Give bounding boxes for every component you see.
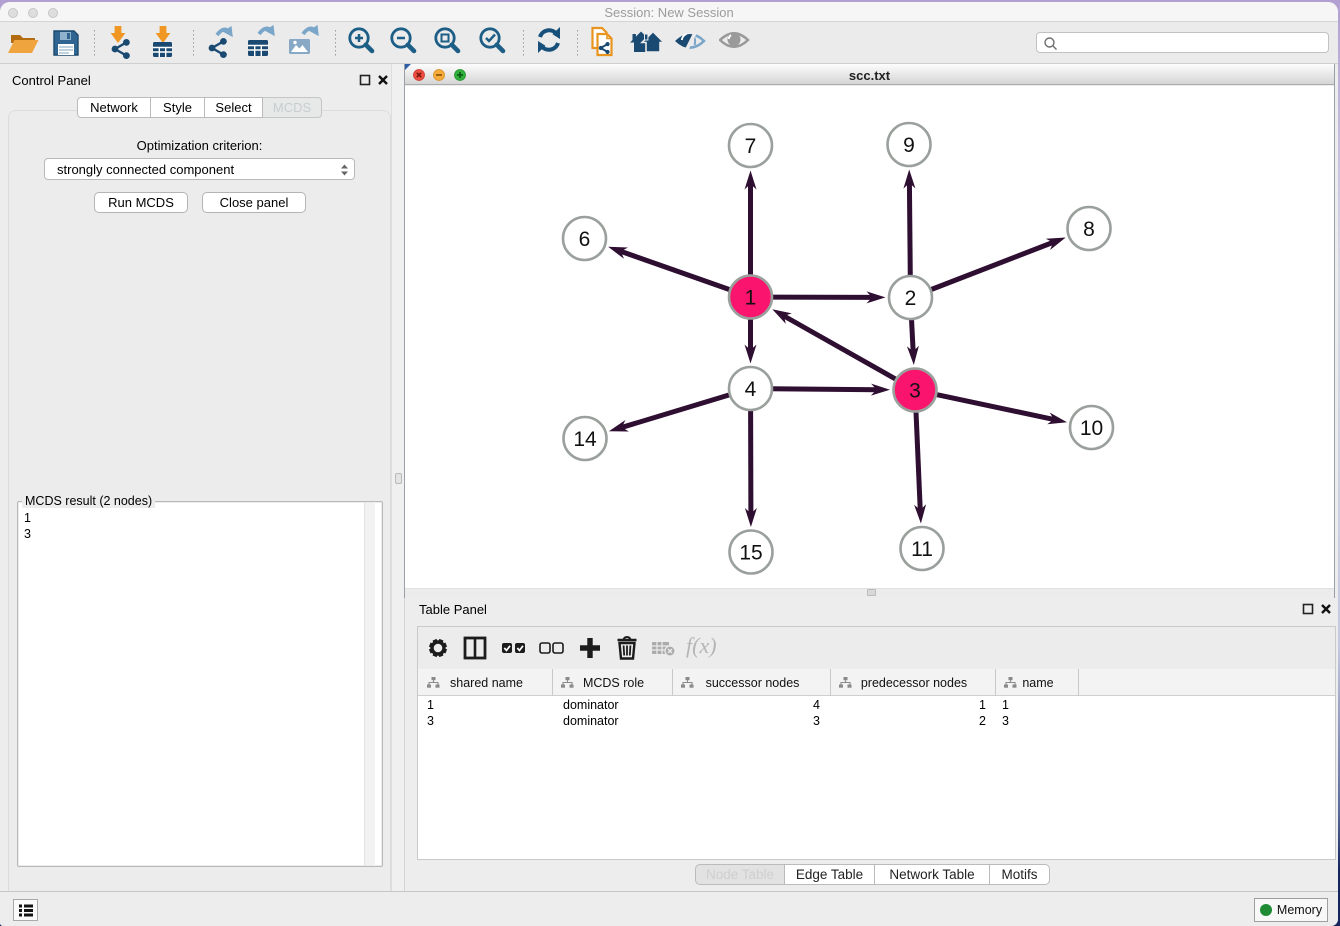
svg-text:9: 9 xyxy=(903,134,915,157)
svg-text:6: 6 xyxy=(579,228,591,251)
svg-text:8: 8 xyxy=(1083,218,1095,241)
svg-text:11: 11 xyxy=(911,538,933,561)
svg-text:1: 1 xyxy=(745,286,757,309)
svg-text:7: 7 xyxy=(745,135,757,158)
svg-text:4: 4 xyxy=(745,378,757,401)
svg-text:2: 2 xyxy=(905,287,917,310)
svg-text:15: 15 xyxy=(739,541,762,564)
svg-text:14: 14 xyxy=(573,428,597,451)
svg-text:10: 10 xyxy=(1080,417,1103,440)
svg-text:3: 3 xyxy=(909,379,921,402)
